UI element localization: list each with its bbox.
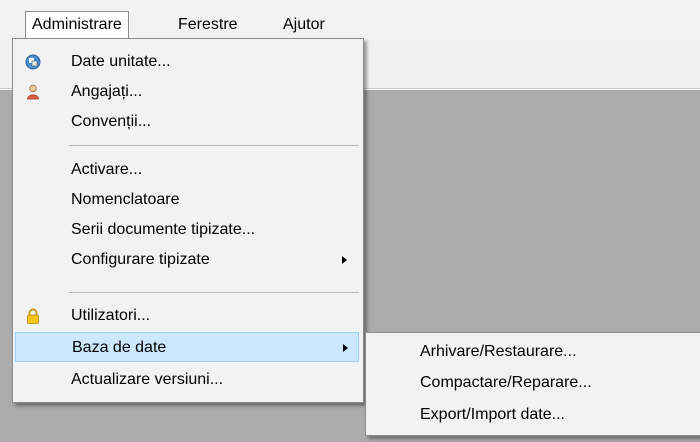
submenu-item-export-import[interactable]: Export/Import date... [368, 400, 700, 430]
database-icon [25, 54, 41, 70]
menu-bar: Administrare Ferestre Ajutor [0, 0, 700, 41]
menu-item-utilizatori[interactable]: Utilizatori... [15, 301, 359, 331]
menu-item-label: Configurare tipizate [71, 251, 210, 268]
menu-item-date-unitate[interactable]: Date unitate... [15, 47, 359, 77]
menu-item-label: Baza de date [72, 339, 167, 356]
menu-ajutor[interactable]: Ajutor [283, 12, 325, 38]
menu-item-label: Convenții... [71, 113, 152, 130]
menu-item-activare[interactable]: Activare... [15, 155, 359, 185]
submenu-item-compactare-reparare[interactable]: Compactare/Reparare... [368, 368, 700, 398]
submenu-arrow-icon [343, 344, 348, 352]
menu-item-label: Utilizatori... [71, 307, 151, 324]
menu-item-serii-documente[interactable]: Serii documente tipizate... [15, 215, 359, 245]
menu-separator [69, 292, 359, 293]
lock-icon [27, 308, 39, 324]
menu-item-label: Date unitate... [71, 53, 171, 70]
menu-item-label: Serii documente tipizate... [71, 221, 256, 238]
submenu-arrow-icon [342, 256, 347, 264]
menu-item-label: Actualizare versiuni... [71, 371, 224, 388]
submenu-item-label: Export/Import date... [420, 406, 565, 423]
menu-separator [69, 145, 359, 146]
administrare-dropdown: Date unitate... Angajați... Convenții...… [12, 38, 364, 403]
menu-item-nomenclatoare[interactable]: Nomenclatoare [15, 185, 359, 215]
menu-ferestre[interactable]: Ferestre [178, 12, 238, 38]
user-icon [27, 84, 39, 100]
menu-administrare[interactable]: Administrare [25, 11, 129, 41]
menu-item-baza-de-date[interactable]: Baza de date [15, 332, 359, 362]
menu-item-label: Angajați... [71, 83, 143, 100]
menu-item-configurare-tipizate[interactable]: Configurare tipizate [15, 245, 359, 275]
menu-item-conventii[interactable]: Convenții... [15, 107, 359, 137]
menu-item-label: Activare... [71, 161, 143, 178]
menu-item-label: Nomenclatoare [71, 191, 180, 208]
menu-item-actualizare-versiuni[interactable]: Actualizare versiuni... [15, 365, 359, 395]
submenu-item-label: Arhivare/Restaurare... [420, 343, 577, 360]
baza-de-date-submenu: Arhivare/Restaurare... Compactare/Repara… [365, 332, 700, 436]
submenu-item-label: Compactare/Reparare... [420, 374, 592, 391]
submenu-item-arhivare-restaurare[interactable]: Arhivare/Restaurare... [368, 337, 700, 367]
menu-item-angajati[interactable]: Angajați... [15, 77, 359, 107]
